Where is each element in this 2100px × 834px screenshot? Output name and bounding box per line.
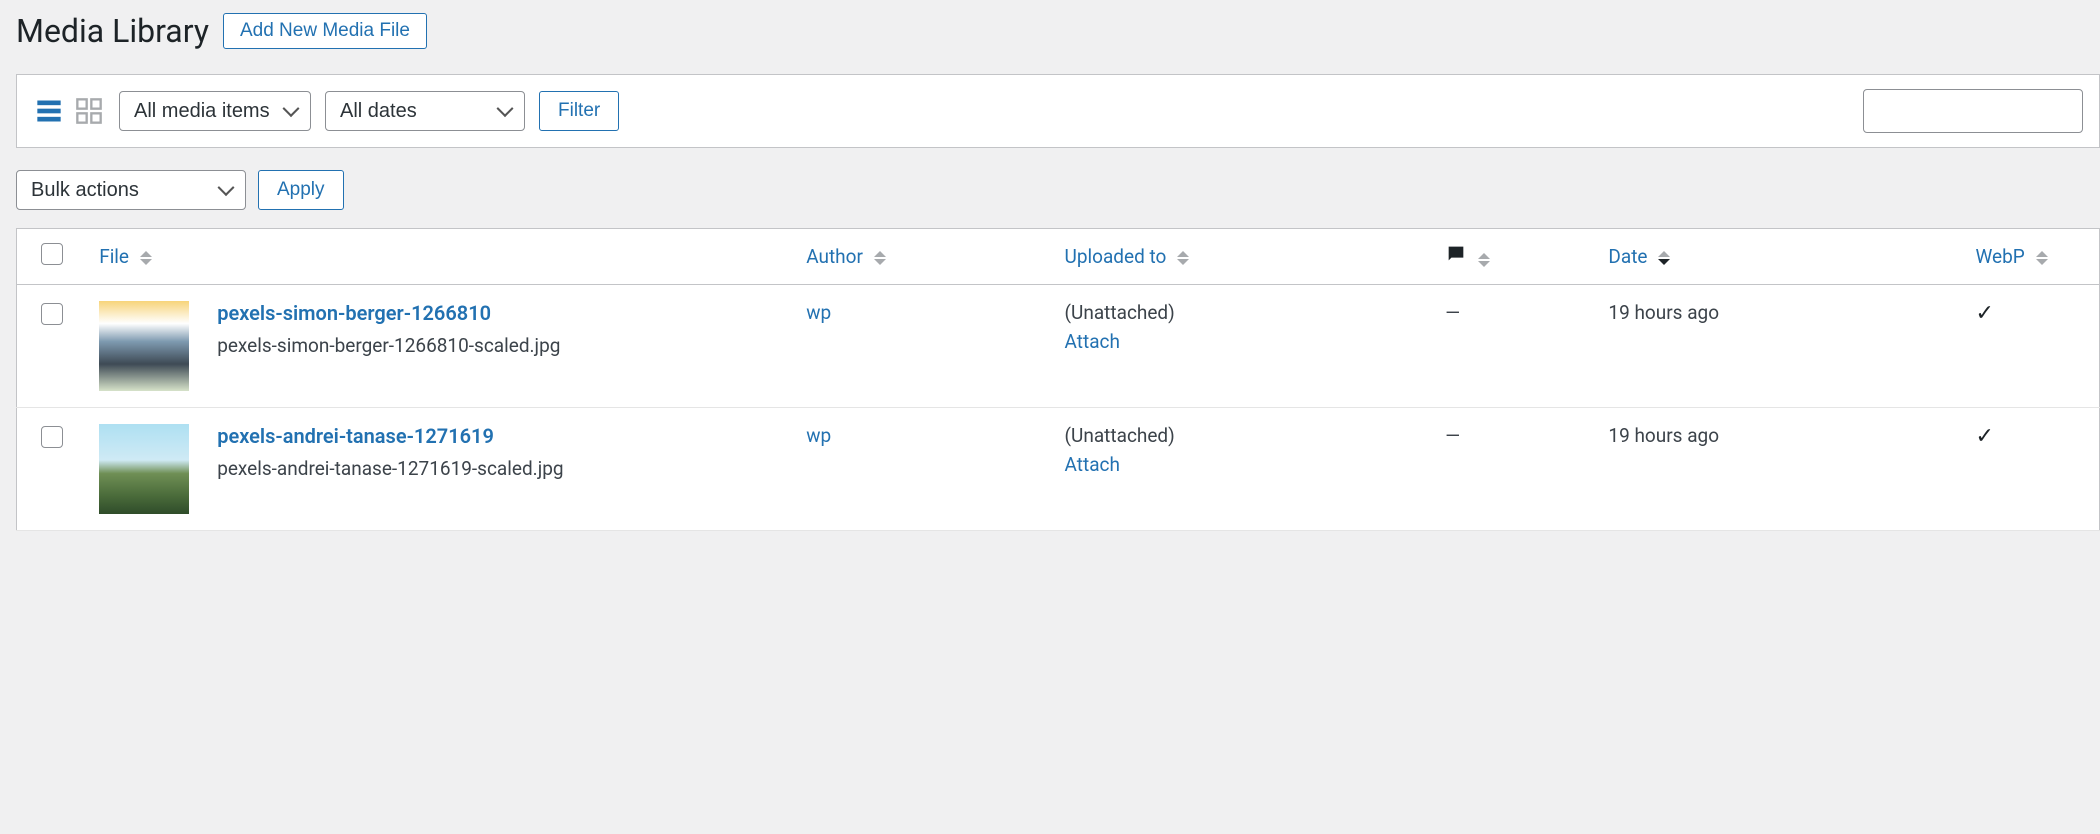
author-link[interactable]: wp xyxy=(806,424,831,447)
sort-icon xyxy=(140,251,152,265)
sort-icon xyxy=(874,251,886,265)
comments-icon[interactable] xyxy=(1445,247,1472,270)
attach-link[interactable]: Attach xyxy=(1065,330,1120,353)
filter-button[interactable]: Filter xyxy=(539,91,619,131)
filter-toolbar: All media items All dates Filter xyxy=(16,74,2100,148)
list-view-icon[interactable] xyxy=(33,95,65,127)
comments-count: — xyxy=(1445,424,1460,447)
search-input[interactable] xyxy=(1863,89,2083,133)
bulk-actions-select[interactable]: Bulk actions xyxy=(16,170,246,210)
column-date[interactable]: Date xyxy=(1608,245,1647,268)
checkmark-icon: ✓ xyxy=(1975,424,1993,449)
sort-icon xyxy=(1177,251,1189,265)
attach-link[interactable]: Attach xyxy=(1065,453,1120,476)
column-author[interactable]: Author xyxy=(806,245,863,268)
date-select[interactable]: All dates xyxy=(325,91,525,131)
row-checkbox[interactable] xyxy=(41,426,63,448)
column-file[interactable]: File xyxy=(99,245,129,268)
sort-icon xyxy=(2036,251,2048,265)
apply-button[interactable]: Apply xyxy=(258,170,344,210)
media-title-link[interactable]: pexels-simon-berger-1266810 xyxy=(217,301,782,325)
comments-count: — xyxy=(1445,301,1460,324)
media-filename: pexels-andrei-tanase-1271619-scaled.jpg xyxy=(217,456,782,483)
date-text: 19 hours ago xyxy=(1608,301,1719,324)
sort-icon xyxy=(1658,251,1670,265)
author-link[interactable]: wp xyxy=(806,301,831,324)
media-title-link[interactable]: pexels-andrei-tanase-1271619 xyxy=(217,424,782,448)
uploaded-to-status: (Unattached) xyxy=(1065,301,1422,324)
column-webp[interactable]: WebP xyxy=(1975,245,2024,268)
grid-view-icon[interactable] xyxy=(73,95,105,127)
uploaded-to-status: (Unattached) xyxy=(1065,424,1422,447)
table-row: pexels-andrei-tanase-1271619 pexels-andr… xyxy=(17,408,2100,531)
page-title: Media Library xyxy=(16,12,209,50)
media-filename: pexels-simon-berger-1266810-scaled.jpg xyxy=(217,333,782,360)
media-thumbnail[interactable] xyxy=(99,424,189,514)
row-checkbox[interactable] xyxy=(41,303,63,325)
table-row: pexels-simon-berger-1266810 pexels-simon… xyxy=(17,285,2100,408)
media-type-select[interactable]: All media items xyxy=(119,91,311,131)
date-text: 19 hours ago xyxy=(1608,424,1719,447)
sort-icon xyxy=(1478,253,1490,267)
add-new-media-button[interactable]: Add New Media File xyxy=(223,13,427,49)
checkmark-icon: ✓ xyxy=(1975,301,1993,326)
column-uploaded-to[interactable]: Uploaded to xyxy=(1065,245,1167,268)
select-all-checkbox[interactable] xyxy=(41,243,63,265)
media-table: File Author Uploaded to xyxy=(16,228,2100,531)
media-thumbnail[interactable] xyxy=(99,301,189,391)
